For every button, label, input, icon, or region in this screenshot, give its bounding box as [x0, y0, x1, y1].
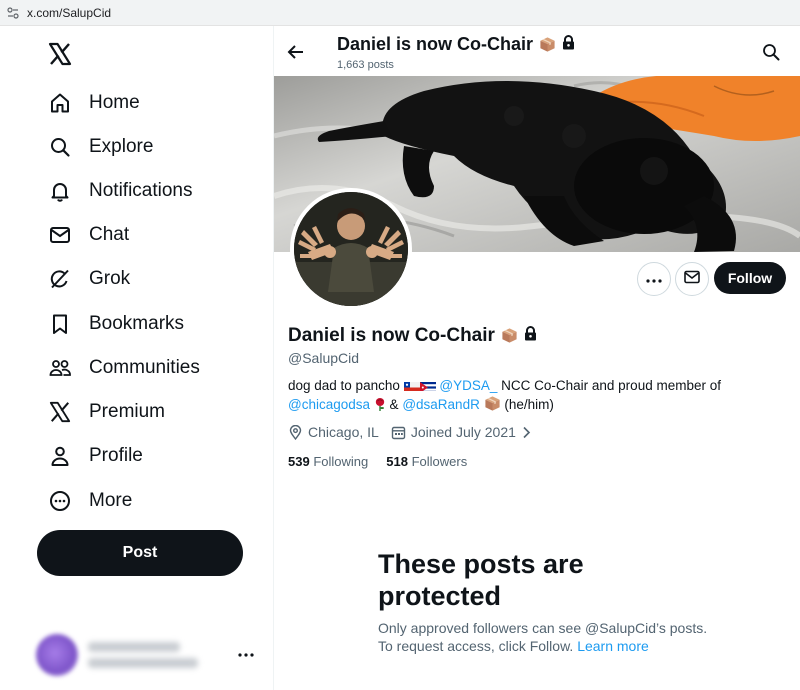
- cuba-flag-icon: [419, 380, 436, 391]
- lock-icon: [524, 325, 537, 347]
- package-emoji-icon: [539, 34, 556, 55]
- grok-icon: [47, 266, 73, 292]
- bell-icon: [47, 178, 73, 204]
- ellipsis-icon: [646, 270, 662, 288]
- nav-label-chat: Chat: [89, 224, 130, 245]
- nav-label-explore: Explore: [89, 136, 154, 157]
- nav-profile[interactable]: Profile: [40, 436, 143, 476]
- nav-home[interactable]: Home: [40, 83, 140, 123]
- bookmark-icon: [47, 311, 73, 337]
- mail-icon: [47, 222, 73, 248]
- following-link[interactable]: 539 Following: [288, 454, 368, 469]
- profile-handle: @SalupCid: [288, 350, 360, 366]
- nav-label-communities: Communities: [89, 357, 200, 378]
- profile-name: Daniel is now Co-Chair: [288, 325, 537, 347]
- profile-location: Chicago, IL: [308, 424, 379, 440]
- profile-bio: dog dad to pancho @YDSA_ NCC Co-Chair an…: [288, 377, 788, 414]
- site-settings-icon[interactable]: [6, 6, 20, 20]
- nav-label-bookmarks: Bookmarks: [89, 313, 185, 334]
- post-count: 1,663 posts: [337, 59, 394, 71]
- search-icon: [47, 134, 73, 160]
- bio-link-dsarandr[interactable]: @dsaRandR: [402, 397, 480, 412]
- avatar: [36, 634, 78, 676]
- followers-link[interactable]: 518 Followers: [386, 454, 467, 469]
- profile-name-text: Daniel is now Co-Chair: [288, 325, 495, 346]
- followers-count: 518: [386, 454, 408, 469]
- nav-label-more: More: [89, 490, 133, 511]
- x-logo-icon: [47, 399, 73, 425]
- profile-header: Daniel is now Co-Chair 1,663 posts: [274, 26, 800, 76]
- profile-joined: Joined July 2021: [410, 424, 516, 440]
- more-options-button[interactable]: [637, 262, 671, 296]
- learn-more-link[interactable]: Learn more: [577, 638, 649, 654]
- profile-main: Daniel is now Co-Chair 1,663 posts Follo…: [274, 26, 800, 690]
- url-text[interactable]: x.com/SalupCid: [27, 6, 111, 20]
- x-logo-icon[interactable]: [48, 42, 72, 66]
- package-emoji-icon: [501, 325, 518, 347]
- nav-grok[interactable]: Grok: [40, 259, 130, 299]
- post-button[interactable]: Post: [37, 530, 243, 576]
- back-arrow-icon[interactable]: [286, 42, 308, 64]
- package-emoji-icon: [484, 396, 501, 412]
- header-title-text: Daniel is now Co-Chair: [337, 34, 534, 54]
- following-label: Following: [313, 454, 369, 469]
- bio-text-3: &: [389, 397, 399, 412]
- communities-icon: [47, 355, 73, 381]
- search-icon[interactable]: [762, 43, 780, 61]
- nav-more[interactable]: More: [40, 481, 132, 521]
- left-sidebar: Home Explore Notifications Chat Grok Boo…: [0, 26, 274, 690]
- protected-line-2: To request access, click Follow.: [378, 638, 574, 654]
- following-count: 539: [288, 454, 310, 469]
- person-icon: [47, 443, 73, 469]
- bio-link-ydsa[interactable]: @YDSA_: [439, 378, 497, 393]
- calendar-icon: [391, 425, 406, 440]
- nav-bookmarks[interactable]: Bookmarks: [40, 304, 184, 344]
- protected-title: These posts are protected: [378, 549, 584, 611]
- profile-meta: Chicago, IL Joined July 2021: [288, 424, 534, 440]
- header-title: Daniel is now Co-Chair: [337, 34, 575, 55]
- nav-premium[interactable]: Premium: [40, 392, 165, 432]
- follow-button[interactable]: Follow: [714, 262, 786, 294]
- profile-avatar[interactable]: [290, 188, 412, 310]
- ellipsis-icon[interactable]: [236, 646, 256, 664]
- more-circle-icon: [47, 488, 73, 514]
- protected-message: Only approved followers can see @SalupCi…: [378, 619, 758, 655]
- nav-label-notifications: Notifications: [89, 180, 193, 201]
- nav-notifications[interactable]: Notifications: [40, 171, 193, 211]
- bio-text-4: (he/him): [504, 397, 554, 412]
- protected-line-1: Only approved followers can see @SalupCi…: [378, 620, 708, 636]
- home-icon: [47, 90, 73, 116]
- nav-label-grok: Grok: [89, 268, 131, 289]
- bio-text-2: NCC Co-Chair and proud member of: [501, 378, 721, 393]
- account-switcher[interactable]: [36, 626, 266, 684]
- bio-link-chicagodsa[interactable]: @chicagodsa: [288, 397, 370, 412]
- nav-label-profile: Profile: [89, 445, 143, 466]
- rose-emoji-icon: [374, 397, 386, 411]
- followers-label: Followers: [411, 454, 468, 469]
- nav-communities[interactable]: Communities: [40, 348, 200, 388]
- bio-text-1: dog dad to pancho: [288, 378, 400, 393]
- lock-icon: [562, 34, 575, 55]
- account-name-blurred: [88, 642, 198, 668]
- nav-explore[interactable]: Explore: [40, 127, 153, 167]
- message-button[interactable]: [675, 262, 709, 296]
- chevron-right-icon[interactable]: [519, 425, 534, 440]
- location-pin-icon: [288, 424, 303, 440]
- profile-stats: 539 Following 518 Followers: [288, 454, 467, 469]
- browser-url-bar[interactable]: x.com/SalupCid: [0, 0, 800, 26]
- nav-label-home: Home: [89, 92, 140, 113]
- nav-chat[interactable]: Chat: [40, 215, 129, 255]
- mail-icon: [684, 270, 700, 289]
- nav-label-premium: Premium: [89, 401, 166, 422]
- chile-flag-icon: [403, 380, 420, 391]
